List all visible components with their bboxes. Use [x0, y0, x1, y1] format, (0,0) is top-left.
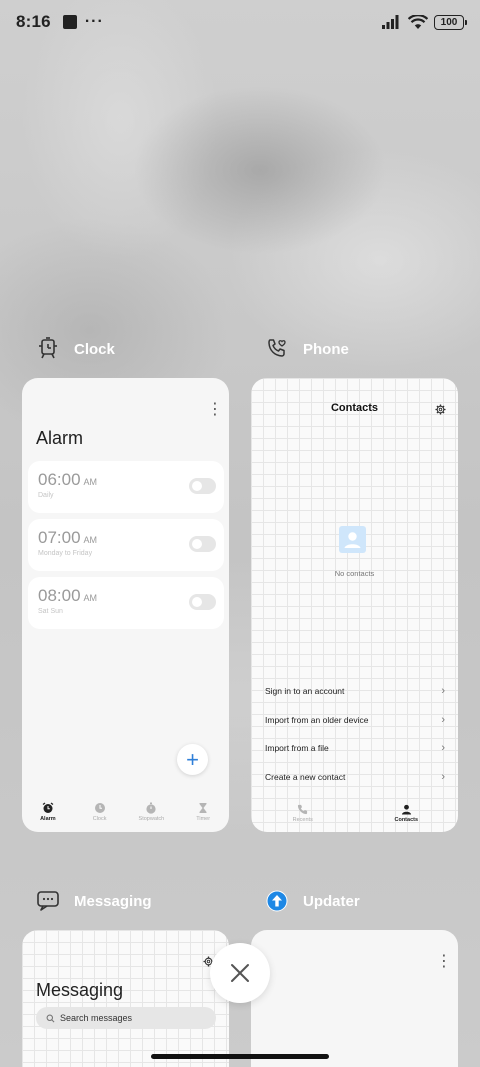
alarm-row[interactable]: 08:00 AM Sat Sun — [28, 577, 224, 629]
menu-label: Import from a file — [265, 743, 329, 753]
menu-import-file[interactable]: Import from a file › — [265, 738, 445, 758]
clear-all-button[interactable] — [210, 943, 270, 1003]
alarm-repeat: Monday to Friday — [38, 550, 93, 557]
more-options-icon[interactable]: ⋮ — [207, 402, 223, 418]
alarm-row[interactable]: 06:00 AM Daily — [28, 461, 224, 513]
app-name: Updater — [303, 892, 360, 910]
nav-alarm[interactable]: Alarm — [22, 798, 74, 832]
nav-label: Stopwatch — [138, 816, 165, 822]
app-header-updater[interactable]: Updater — [265, 889, 360, 913]
alarm-toggle[interactable] — [189, 478, 216, 494]
search-icon — [46, 1014, 55, 1022]
app-header-messaging[interactable]: Messaging — [36, 889, 152, 913]
clock-bottom-nav: Alarm Clock Stopwatch Timer — [22, 798, 229, 832]
app-name: Phone — [303, 340, 349, 358]
wifi-icon — [408, 14, 428, 29]
clock-icon — [94, 803, 105, 813]
phone-handset-icon — [298, 804, 308, 815]
nav-timer[interactable]: Timer — [177, 798, 229, 832]
updater-card[interactable]: ⋮ — [251, 930, 458, 1067]
alarm-toggle[interactable] — [189, 594, 216, 610]
phone-card[interactable]: Contacts No contacts Sign in to an accou… — [251, 378, 458, 832]
menu-label: Import from an older device — [265, 715, 369, 725]
chevron-right-icon: › — [441, 685, 445, 697]
menu-label: Sign in to an account — [265, 686, 345, 696]
nav-label: Recents — [292, 817, 313, 823]
app-name: Messaging — [74, 892, 152, 910]
menu-create-contact[interactable]: Create a new contact › — [265, 767, 445, 787]
menu-import-older-device[interactable]: Import from an older device › — [265, 710, 445, 730]
alarm-time: 07:00 AM — [38, 528, 98, 547]
close-icon — [231, 964, 249, 982]
alarm-time: 06:00 AM — [38, 470, 98, 489]
status-time: 8:16 — [16, 12, 51, 31]
person-icon — [401, 804, 411, 815]
phone-bottom-nav: Recents Contacts — [251, 800, 458, 832]
battery-icon: 100 — [434, 14, 467, 30]
app-header-phone[interactable]: Phone — [265, 337, 349, 361]
chevron-right-icon: › — [441, 742, 445, 754]
add-alarm-button[interactable]: + — [177, 744, 208, 775]
phone-icon — [265, 337, 289, 361]
nav-label: Timer — [196, 816, 211, 822]
alarm-icon — [42, 802, 54, 813]
nav-clock[interactable]: Clock — [74, 798, 126, 832]
alarm-row[interactable]: 07:00 AM Monday to Friday — [28, 519, 224, 571]
nav-recents[interactable]: Recents — [251, 800, 355, 832]
no-contacts-text: No contacts — [334, 569, 375, 578]
alarm-toggle[interactable] — [189, 536, 216, 552]
nav-stopwatch[interactable]: Stopwatch — [126, 798, 178, 832]
nav-label: Contacts — [394, 817, 419, 823]
messaging-card[interactable]: Messaging Search messages — [22, 930, 229, 1067]
chevron-right-icon: › — [441, 771, 445, 783]
alarm-title: Alarm — [36, 428, 84, 448]
menu-sign-in[interactable]: Sign in to an account › — [265, 681, 445, 701]
message-bubble-icon — [36, 889, 60, 913]
stopwatch-icon — [146, 802, 156, 814]
app-header-clock[interactable]: Clock — [36, 337, 115, 361]
search-placeholder: Search messages — [60, 1013, 133, 1023]
messaging-title: Messaging — [36, 980, 124, 1000]
more-options-icon[interactable]: ⋮ — [436, 954, 452, 970]
more-notifications-icon: ··· — [84, 13, 104, 30]
app-name: Clock — [74, 340, 115, 358]
upload-arrow-icon — [265, 889, 289, 913]
nav-label: Alarm — [40, 816, 56, 822]
home-indicator[interactable] — [151, 1054, 329, 1059]
chevron-right-icon: › — [441, 714, 445, 726]
nav-label: Clock — [92, 816, 107, 822]
contact-placeholder-icon — [339, 526, 366, 553]
search-input[interactable]: Search messages — [36, 1007, 216, 1029]
menu-label: Create a new contact — [265, 772, 346, 782]
alarm-clock-icon — [36, 337, 60, 361]
alarm-time: 08:00 AM — [38, 586, 98, 605]
contacts-title: Contacts — [330, 402, 379, 414]
notification-icon — [62, 15, 77, 29]
nav-contacts[interactable]: Contacts — [355, 800, 459, 832]
alarm-repeat: Daily — [38, 492, 54, 499]
settings-gear-icon[interactable] — [435, 402, 446, 420]
signal-icon — [382, 15, 399, 29]
alarm-repeat: Sat Sun — [38, 608, 63, 615]
status-bar: 8:16 ··· 100 — [0, 0, 480, 44]
clock-card[interactable]: ⋮ Alarm 06:00 AM Daily 07:00 AM Monday to … — [22, 378, 229, 832]
hourglass-icon — [199, 803, 207, 813]
